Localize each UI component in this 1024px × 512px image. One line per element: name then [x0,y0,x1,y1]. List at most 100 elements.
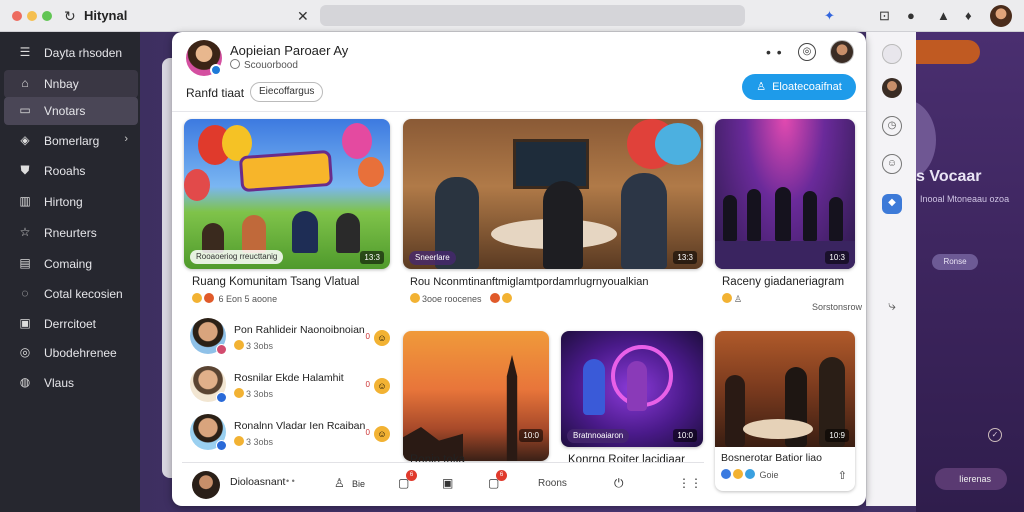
balloon-shape [184,169,210,201]
video-duration: 10:3 [825,251,849,264]
sidebar-item-menu[interactable]: ☰ Dayta rhsoden [4,39,138,67]
user-avatar[interactable] [192,471,220,499]
video-title[interactable]: Rou Nconmtinanftmiglamtpordamrlugrnyoual… [410,276,648,288]
emoji-icon [490,293,501,303]
sidebar-item-rooms[interactable]: ⛊ Rooahs [4,157,138,185]
chat-icon: ◌ [21,286,29,300]
close-tab-icon[interactable]: ✕ [297,8,309,24]
triangle-icon[interactable]: ▲ [937,8,950,24]
rail-profile-icon[interactable] [882,44,902,64]
share-icon[interactable]: ⇧ [838,469,847,482]
video-card[interactable]: Sneerlare 13:3 [403,119,703,269]
sidebar-item-label: Rooahs [44,164,86,178]
video-title[interactable]: Raceny giadaneriagram [722,276,844,288]
sidebar-item-videos[interactable]: ▭ Vnotars [4,97,138,125]
rail-app-icon[interactable]: ◆ [882,194,902,214]
channel-subtitle-text: Scouorbood [244,60,298,71]
message-icon[interactable]: ▢ 6 [488,470,507,490]
power-icon[interactable]: ⏻ [614,476,624,491]
video-card[interactable]: 10:9 Bosnerotar Batior liao Goie ⇧ [715,331,855,491]
minimize-window-button[interactable] [27,11,37,21]
rail-history-icon[interactable]: ◷ [882,116,902,136]
sidebar-item-label: Bomerlarg [44,134,100,148]
join-button[interactable]: ♙ Eloatecoaifnat [742,74,856,100]
notifications-icon[interactable]: ◎ [798,43,816,61]
rail-share-icon[interactable]: ⤷ [882,296,902,316]
rail-avatar[interactable] [882,78,902,98]
sidebar-item-bookmarks[interactable]: ▣ Derrcitoet [4,310,138,338]
pin-icon[interactable]: ♦ [965,8,972,24]
person-meta: 3 3obs [234,340,273,351]
tag-icon: ◈ [20,133,30,147]
rooms-label[interactable]: Roons [538,478,567,489]
shield-icon: ⛊ [20,163,30,177]
smile-icon[interactable]: ☺ [374,330,390,346]
video-title[interactable]: Bosnerotar Batior liao [721,452,822,464]
performer-figure [723,195,737,241]
person-meta: 3 3obs [234,388,273,399]
more-options-button[interactable]: • • [766,44,783,60]
video-title[interactable]: Ruang Komunitam Tsang Vlatual [192,276,359,288]
status-badge [216,344,227,355]
person-figure [583,359,605,415]
join-button-label: Eloatecoaifnat [772,81,842,93]
sidebar-item-tags[interactable]: ◈ Bomerlarg › [4,127,138,155]
sidebar-item-home[interactable]: ⌂ Nnbay [4,70,138,98]
sidebar-item-history[interactable]: ▥ Hirtong [4,188,138,216]
extension-icon[interactable]: ✦ [824,8,835,24]
rail-smile-icon[interactable]: ☺ [882,154,902,174]
list-item[interactable]: Rosnilar Ekde Halamhit 3 3obs 0 ☺ [190,362,390,410]
banner-logo [238,149,334,193]
list-item[interactable]: Ronalnn Vladar Ien Rcaiban 3 3obs 0 ☺ [190,410,390,458]
address-bar[interactable] [320,5,745,26]
video-card[interactable]: 10:0 [403,331,549,461]
emoji-icon [234,340,244,350]
sidebar-item-label: Dayta rhsoden [44,46,123,60]
maximize-window-button[interactable] [42,11,52,21]
more-dots-icon[interactable]: • • [286,476,295,486]
verified-badge-icon [210,64,222,76]
header-profile-avatar[interactable] [830,40,854,64]
sidebar-item-chat[interactable]: ◌ Cotal kecosien [4,280,138,308]
mic-label: Bie [352,479,366,489]
chat-icon[interactable]: ▢ 6 [398,470,417,490]
grid-icon[interactable]: ⋮⋮ [678,476,702,490]
tower-silhouette [506,355,518,461]
sidebar-item-documents[interactable]: ▤ Comaing [4,250,138,278]
emoji-icon [502,293,513,303]
video-card[interactable]: Rooaoeriog rreucttanig 13:3 [184,119,390,269]
icon-rail: ◷ ☺ ◆ ⤷ [866,32,916,506]
sidebar-item-favorites[interactable]: ☆ Rneurters [4,219,138,247]
right-panel-pill[interactable]: Iierenas [935,468,1007,490]
account-icon[interactable]: ● [907,8,915,24]
close-window-button[interactable] [12,11,22,21]
download-icon[interactable]: ⊡ [879,8,890,24]
right-panel-tag[interactable]: Ronse [932,254,978,270]
emoji-icon [234,388,244,398]
video-card[interactable]: Bratnnoaiaron 10:0 [561,331,703,447]
screen-share-icon[interactable]: ▣ [442,476,453,490]
smile-icon[interactable]: ☺ [374,426,390,442]
sidebar-item-settings[interactable]: ◍ Vlaus [4,369,138,397]
video-meta-text: 6 Eon 5 aoone [218,294,278,304]
video-thumbnail [403,119,703,269]
right-panel-check-icon[interactable]: ✓ [988,428,1002,442]
video-card[interactable]: 10:3 [715,119,855,269]
mic-icon[interactable]: ♙ [334,476,345,490]
history-icon: ▥ [19,194,31,208]
video-meta: 6 Eon 5 aoone [192,293,277,304]
list-item[interactable]: Pon Rahlideir Naonoibnoian 3 3obs 0 ☺ [190,314,390,362]
sidebar-item-label: Derrcitoet [44,317,97,331]
emoji-icon [410,293,420,303]
sidebar-item-globe[interactable]: ◎ Ubodehrenee [4,339,138,367]
filter-chip[interactable]: Eiecoffargus [250,82,324,102]
emoji-icon [192,293,202,303]
emoji-icon [721,469,731,479]
profile-avatar[interactable] [990,5,1012,27]
user-icon: ♙ [756,81,767,93]
smile-icon[interactable]: ☺ [374,378,390,394]
sidebar-item-label: Vnotars [44,104,86,118]
channel-subtitle: Scouorbood [230,59,298,71]
sidebar-item-label: Hirtong [44,195,83,209]
balloon-shape [655,123,701,165]
